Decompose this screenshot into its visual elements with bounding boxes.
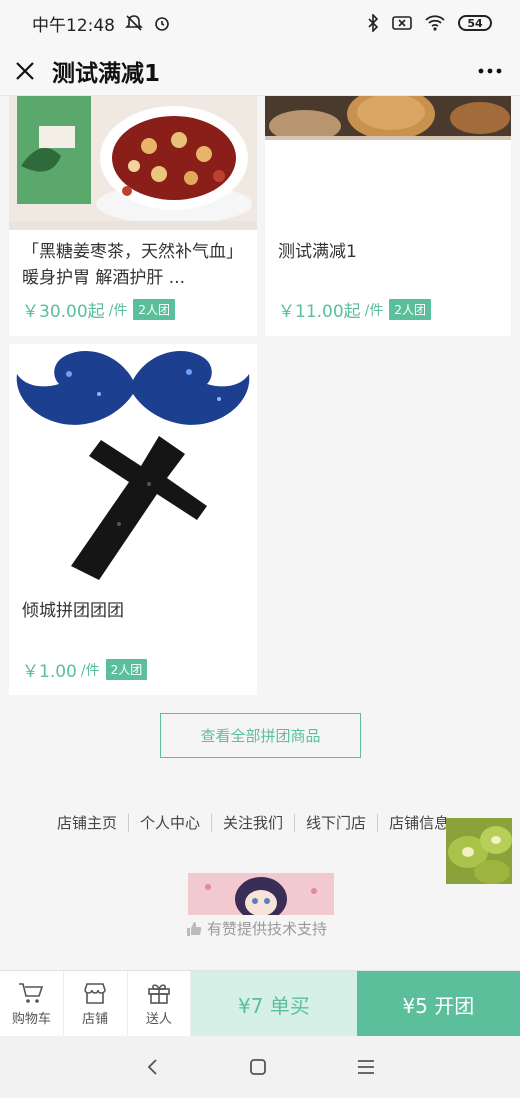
bottom-action-bar: 购物车 店铺 送人 ¥7 单买 ¥5 开团 xyxy=(0,970,520,1037)
cart-icon xyxy=(19,982,44,1003)
menu-icon[interactable] xyxy=(357,1059,375,1075)
price-line: ￥11.00起 /件 2人团 xyxy=(278,297,432,322)
product-price: ￥30.00起 xyxy=(22,302,105,322)
product-image xyxy=(9,344,257,589)
page-content[interactable]: 「黑糖姜枣茶，天然补气血」暖身护胃 解酒护肝 ... ￥30.00起 /件 2人… xyxy=(0,96,520,970)
group-buy-button[interactable]: ¥5 开团 xyxy=(356,971,520,1037)
more-icon xyxy=(478,68,502,73)
product-image xyxy=(9,96,257,230)
product-price: ￥11.00起 xyxy=(278,302,361,322)
product-name: 倾城拼团团团 xyxy=(22,601,124,621)
product-price: ￥1.00 xyxy=(22,662,77,682)
product-card[interactable]: 倾城拼团团团 ￥1.00 /件 2人团 xyxy=(9,344,257,695)
footer-links: 店铺主页 个人中心 关注我们 线下门店 店铺信息 xyxy=(46,812,460,833)
group-badge: 2人团 xyxy=(133,299,176,320)
footer-link-shop-home[interactable]: 店铺主页 xyxy=(46,812,128,833)
shop-button[interactable]: 店铺 xyxy=(64,971,128,1037)
product-card[interactable]: 「黑糖姜枣茶，天然补气血」暖身护胃 解酒护肝 ... ￥30.00起 /件 2人… xyxy=(9,96,257,336)
battery-indicator: 54 xyxy=(458,15,492,31)
nav-bar: 测试满减1 xyxy=(0,46,520,96)
back-icon[interactable] xyxy=(145,1058,159,1076)
tech-support-note: 有赞提供技术支持 xyxy=(186,918,327,939)
support-text: 有赞提供技术支持 xyxy=(207,920,328,938)
sim-icon xyxy=(392,16,412,30)
shop-label: 店铺 xyxy=(82,1011,109,1027)
product-unit: /件 xyxy=(364,302,384,319)
thumb-up-icon xyxy=(187,921,202,936)
cart-button[interactable]: 购物车 xyxy=(0,971,64,1037)
floating-product-thumbnail[interactable] xyxy=(446,818,512,884)
gift-icon xyxy=(148,983,170,1004)
price-line: ￥30.00起 /件 2人团 xyxy=(22,297,176,322)
brand-image xyxy=(188,873,334,915)
bluetooth-icon xyxy=(368,14,379,32)
alarm-icon xyxy=(155,17,169,31)
product-name: 「黑糖姜枣茶，天然补气血」暖身护胃 解酒护肝 ... xyxy=(22,242,243,288)
footer-link-offline-store[interactable]: 线下门店 xyxy=(295,812,377,833)
home-icon[interactable] xyxy=(249,1058,267,1076)
footer-link-follow-us[interactable]: 关注我们 xyxy=(212,812,294,833)
price-line: ￥1.00 /件 2人团 xyxy=(22,657,148,682)
single-buy-button[interactable]: ¥7 单买 xyxy=(191,971,357,1037)
product-unit: /件 xyxy=(80,662,100,679)
more-button[interactable] xyxy=(460,46,520,96)
system-nav-bar xyxy=(0,1036,520,1098)
group-badge: 2人团 xyxy=(105,659,148,680)
status-bar: 中午12:48 54 xyxy=(0,0,520,46)
product-card[interactable]: 测试满减1 ￥11.00起 /件 2人团 xyxy=(265,96,511,336)
footer-link-user-center[interactable]: 个人中心 xyxy=(129,812,211,833)
group-badge: 2人团 xyxy=(389,299,432,320)
view-all-group-products-button[interactable]: 查看全部拼团商品 xyxy=(160,713,361,758)
product-image xyxy=(265,96,511,140)
close-icon xyxy=(16,61,34,80)
page-title: 测试满减1 xyxy=(52,60,161,87)
gift-label: 送人 xyxy=(145,1011,172,1027)
wifi-icon xyxy=(425,15,445,31)
product-unit: /件 xyxy=(108,302,128,319)
shop-icon xyxy=(84,982,106,1004)
product-name: 测试满减1 xyxy=(278,242,357,262)
gift-button[interactable]: 送人 xyxy=(128,971,192,1037)
cart-label: 购物车 xyxy=(11,1011,51,1027)
close-button[interactable] xyxy=(0,46,50,96)
status-time: 中午12:48 xyxy=(32,15,115,36)
mute-bell-icon xyxy=(125,15,143,31)
